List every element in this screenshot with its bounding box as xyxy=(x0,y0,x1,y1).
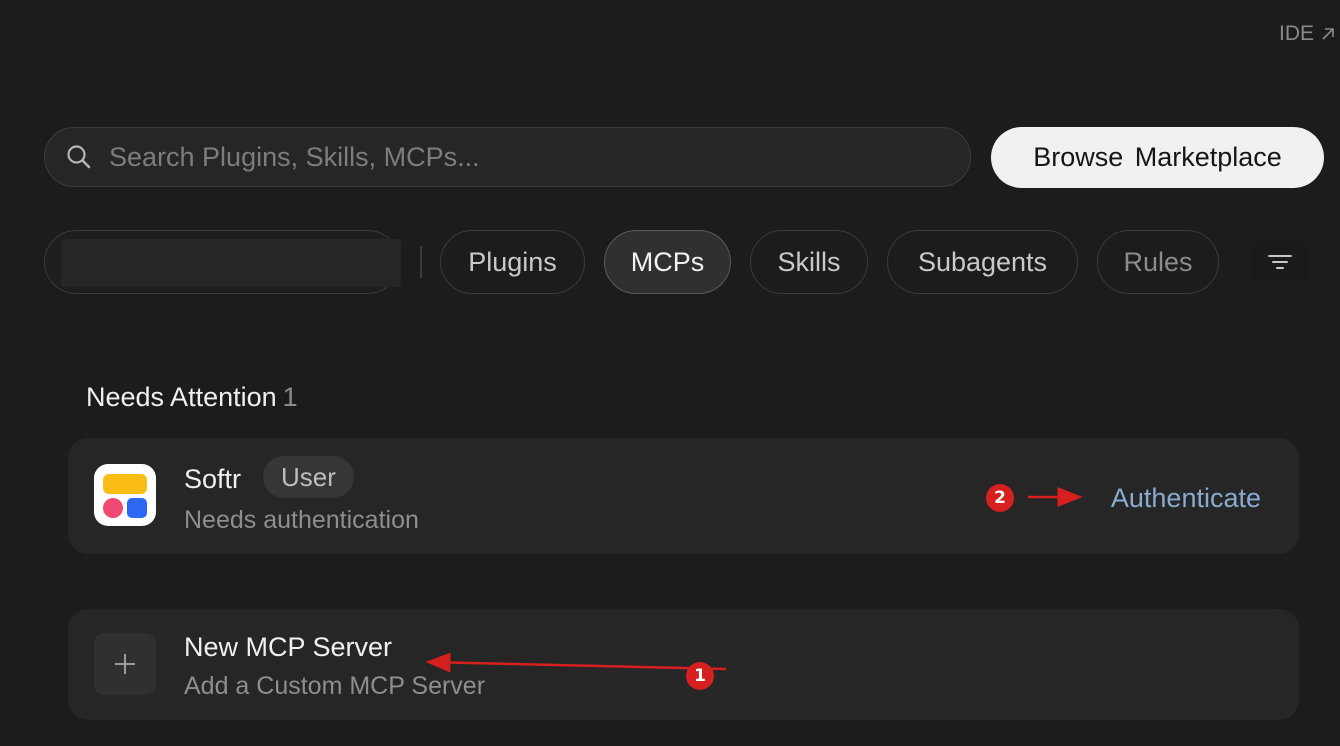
tab-plugins[interactable]: Plugins xyxy=(440,230,585,294)
scope-selector[interactable] xyxy=(44,230,401,294)
filter-button[interactable] xyxy=(1252,242,1308,282)
tab-plugins-label: Plugins xyxy=(468,246,557,277)
tab-subagents-label: Subagents xyxy=(917,246,1048,277)
section-title: Needs Attention 1 xyxy=(86,382,298,413)
new-server-subtitle: Add a Custom MCP Server xyxy=(184,672,486,700)
ide-label: IDE xyxy=(1278,22,1314,45)
server-status: Needs authentication xyxy=(184,506,419,534)
filter-tabs: Plugins MCPs Skills Subagents Rules xyxy=(0,230,1340,296)
browse-marketplace-button[interactable]: Browse Marketplace xyxy=(991,127,1324,188)
tab-mcps[interactable]: MCPs xyxy=(604,230,731,294)
softr-mcp-card[interactable]: Softr User Needs authentication Authenti… xyxy=(68,438,1299,554)
section-count: 1 xyxy=(282,382,298,412)
filter-icon xyxy=(1268,255,1292,269)
new-server-title: New MCP Server xyxy=(184,632,393,662)
softr-logo-icon xyxy=(94,464,156,526)
tab-subagents[interactable]: Subagents xyxy=(887,230,1078,294)
annotation-marker-2: 2 xyxy=(986,484,1014,512)
redacted-area xyxy=(61,239,401,287)
tab-skills[interactable]: Skills xyxy=(750,230,868,294)
authenticate-link[interactable]: Authenticate xyxy=(1111,483,1261,514)
search-bar[interactable] xyxy=(44,127,971,187)
user-badge: User xyxy=(263,456,354,498)
tab-rules-label: Rules xyxy=(1123,246,1193,277)
mcp-settings-page: IDE Browse Marketplace Plugins MCPs Skil… xyxy=(0,0,1340,746)
plus-icon xyxy=(94,633,156,695)
tab-skills-label: Skills xyxy=(777,246,841,277)
tab-rules[interactable]: Rules xyxy=(1097,230,1219,294)
search-icon xyxy=(67,145,91,169)
annotation-marker-1: 1 xyxy=(686,662,714,690)
new-mcp-server-card[interactable]: New MCP Server Add a Custom MCP Server xyxy=(68,609,1299,720)
external-arrow-icon xyxy=(1322,28,1334,40)
tab-divider xyxy=(420,246,422,278)
tab-mcps-label: MCPs xyxy=(630,246,705,277)
ide-link[interactable]: IDE xyxy=(1279,22,1336,46)
search-input[interactable] xyxy=(107,140,931,174)
server-name: Softr xyxy=(184,464,242,494)
section-title-text: Needs Attention xyxy=(86,382,277,412)
